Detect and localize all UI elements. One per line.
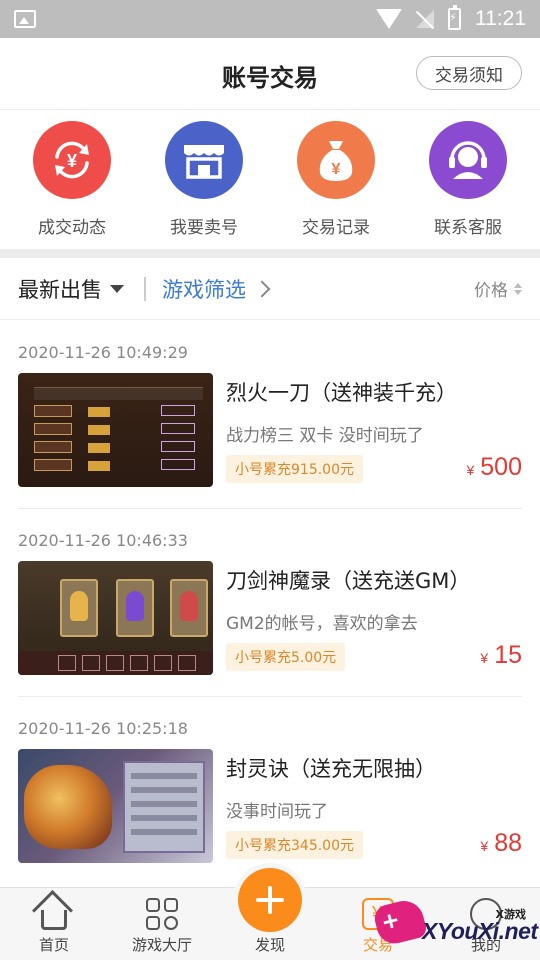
wifi-icon <box>376 9 402 29</box>
recharge-tag: 小号累充915.00元 <box>226 455 363 483</box>
battery-charging-icon <box>448 5 461 30</box>
listing-description: 战力榜三 双卡 没时间玩了 <box>226 426 424 446</box>
game-screenshot-thumbnail <box>18 561 213 675</box>
price-value: 88 <box>494 829 522 857</box>
watermark: X游戏 XYouXi.net <box>366 890 540 960</box>
svg-text:¥: ¥ <box>332 161 341 178</box>
listing-item[interactable]: 2020-11-26 10:49:29 烈火一刀（送神装千充） 战力榜三 双卡 … <box>0 321 540 509</box>
trade-notice-button[interactable]: 交易须知 <box>416 56 522 90</box>
status-bar: 11:21 <box>0 0 540 38</box>
listing-description: GM2的帐号，喜欢的拿去 <box>226 614 418 634</box>
action-label: 联系客服 <box>434 218 502 238</box>
currency-symbol: ¥ <box>466 462 475 478</box>
currency-symbol: ¥ <box>480 650 489 666</box>
price-sort-label: 价格 <box>474 281 508 301</box>
listing-game-name: 烈火一刀（送神装千充） <box>226 381 457 405</box>
listing-price: ¥ 500 <box>466 453 522 482</box>
svg-text:¥: ¥ <box>67 151 77 171</box>
listing-price: ¥ 15 <box>480 641 522 670</box>
game-filter-link[interactable]: 游戏筛选 <box>162 274 246 304</box>
latest-sale-label: 最新出售 <box>18 277 102 302</box>
price-value: 500 <box>480 453 522 481</box>
exchange-yen-icon: ¥ <box>33 121 111 199</box>
money-bag-icon: ¥ <box>297 121 375 199</box>
action-sell-account[interactable]: 我要卖号 <box>140 111 268 249</box>
quick-actions: ¥ 成交动态 我要卖号 ¥ 交易记录 联系客服 <box>0 111 540 249</box>
listing-time: 2020-11-26 10:25:18 <box>18 719 188 738</box>
action-trade-records[interactable]: ¥ 交易记录 <box>272 111 400 249</box>
latest-sale-dropdown[interactable]: 最新出售 <box>18 274 124 304</box>
action-contact-support[interactable]: 联系客服 <box>404 111 532 249</box>
chevron-right-icon[interactable] <box>253 280 271 297</box>
nav-label: 游戏大厅 <box>131 936 192 954</box>
listing-item[interactable]: 2020-11-26 10:25:18 封灵诀（送充无限抽） 没事时间玩了 小号… <box>0 697 540 885</box>
currency-symbol: ¥ <box>480 838 489 854</box>
game-screenshot-thumbnail <box>18 373 213 487</box>
nav-label: 发现 <box>254 936 285 954</box>
nav-game-hall[interactable]: 游戏大厅 <box>108 888 216 960</box>
game-screenshot-thumbnail <box>18 749 213 863</box>
shop-icon <box>165 121 243 199</box>
recharge-tag: 小号累充5.00元 <box>226 643 346 671</box>
grid-apps-icon <box>146 898 178 930</box>
listing-price: ¥ 88 <box>480 829 522 858</box>
app-header: 账号交易 交易须知 <box>0 38 540 110</box>
gamepad-logo-icon <box>371 896 429 948</box>
filter-bar: 最新出售 游戏筛选 价格 <box>0 258 540 320</box>
status-time: 11:21 <box>475 7 526 30</box>
watermark-site-text: XYouXi.net <box>422 918 538 944</box>
action-label: 成交动态 <box>38 218 106 238</box>
listing-item[interactable]: 2020-11-26 10:46:33 刀剑神魔录（送充送GM） GM2的帐号，… <box>0 509 540 697</box>
home-icon <box>41 910 67 930</box>
listing-time: 2020-11-26 10:46:33 <box>18 531 188 550</box>
gallery-notification-icon <box>14 10 36 28</box>
filter-separator <box>144 276 146 301</box>
section-divider <box>0 249 540 258</box>
listing-description: 没事时间玩了 <box>226 802 328 822</box>
no-signal-icon <box>416 10 434 28</box>
status-icons: 11:21 <box>376 5 526 31</box>
nav-home[interactable]: 首页 <box>0 888 108 960</box>
nav-label: 首页 <box>38 936 69 954</box>
listing-time: 2020-11-26 10:49:29 <box>18 343 188 362</box>
recharge-tag: 小号累充345.00元 <box>226 831 363 859</box>
action-label: 交易记录 <box>302 218 370 238</box>
listing-game-name: 封灵诀（送充无限抽） <box>226 757 436 781</box>
price-sort-button[interactable]: 价格 <box>474 276 522 301</box>
price-value: 15 <box>494 641 522 669</box>
action-deal-updates[interactable]: ¥ 成交动态 <box>8 111 136 249</box>
sort-arrows-icon <box>514 282 522 295</box>
caret-down-icon <box>110 284 124 293</box>
discover-plus-button[interactable] <box>238 868 302 932</box>
headset-service-icon <box>429 121 507 199</box>
listing-game-name: 刀剑神魔录（送充送GM） <box>226 569 471 593</box>
action-label: 我要卖号 <box>170 218 238 238</box>
